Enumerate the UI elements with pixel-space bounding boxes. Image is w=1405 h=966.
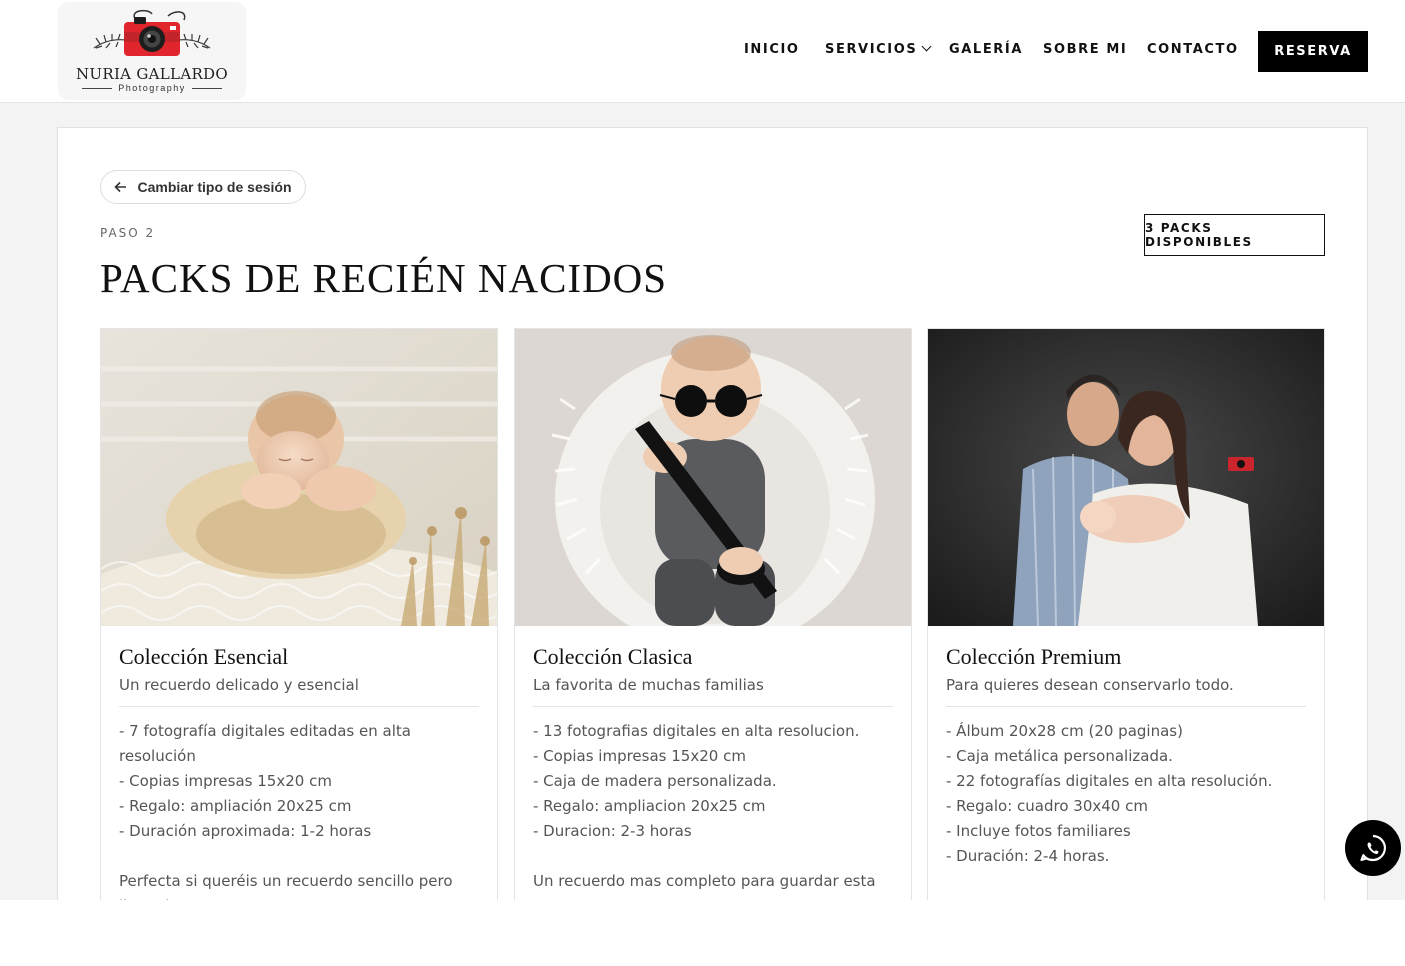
pack-feature: - 13 fotografias digitales en alta resol… [533,722,860,740]
pack-feature: - Caja metálica personalizada. [946,747,1173,765]
nav-servicios-label: SERVICIOS [825,42,918,57]
pack-features: - 13 fotografias digitales en alta resol… [533,719,893,844]
pack-photo-premium [928,329,1324,626]
pack-features: - 7 fotografía digitales editadas en alt… [119,719,479,844]
site-header: NURIA GALLARDO Photography INICIO SERVIC… [0,0,1405,103]
pack-photo-esencial [101,329,497,626]
change-session-button[interactable]: Cambiar tipo de sesión [100,170,306,204]
nav-inicio[interactable]: INICIO [744,42,800,57]
chevron-down-icon [921,41,932,52]
pack-photo-clasica [515,329,911,626]
pack-feature: - Copias impresas 15x20 cm [533,747,746,765]
pack-subtitle: La favorita de muchas familias [533,676,893,707]
whatsapp-icon [1360,834,1386,862]
pack-card-esencial[interactable]: Colección Esencial Un recuerdo delicado … [100,328,498,900]
pack-note: Un recuerdo mas completo para guardar es… [533,872,876,890]
arrow-left-icon [114,181,127,193]
pack-card-clasica[interactable]: Colección Clasica La favorita de muchas … [514,328,912,900]
pack-feature: - Regalo: ampliación 20x25 cm [119,797,352,815]
pack-card-premium[interactable]: Colección Premium Para quieres desean co… [927,328,1325,900]
pack-feature: - 7 fotografía digitales editadas en alt… [119,722,411,765]
pack-feature: - 22 fotografías digitales en alta resol… [946,772,1273,790]
whatsapp-button[interactable] [1345,820,1401,876]
pack-feature: - Duración aproximada: 1-2 horas [119,822,372,840]
pack-subtitle: Para quieres desean conservarlo todo. [946,676,1306,707]
nav-servicios[interactable]: SERVICIOS [825,41,932,57]
pack-feature: - Incluye fotos familiares [946,822,1131,840]
pack-features: - Álbum 20x28 cm (20 paginas) - Caja met… [946,719,1306,869]
reserva-button[interactable]: RESERVA [1258,31,1368,72]
logo[interactable]: NURIA GALLARDO Photography [58,2,246,100]
pack-feature: - Caja de madera personalizada. [533,772,777,790]
nav-contacto[interactable]: CONTACTO [1147,42,1239,57]
brand-name: NURIA GALLARDO [76,65,228,83]
packs-count-badge: 3 PACKS DISPONIBLES [1144,214,1325,256]
change-session-label: Cambiar tipo de sesión [137,179,292,195]
page-title: PACKS DE RECIÉN NACIDOS [100,255,668,301]
pack-feature: - Regalo: cuadro 30x40 cm [946,797,1148,815]
pack-feature: - Regalo: ampliacion 20x25 cm [533,797,766,815]
nav-galeria[interactable]: GALERÍA [949,42,1023,57]
pack-body-clasica: Colección Clasica La favorita de muchas … [533,626,893,894]
pack-feature: - Copias impresas 15x20 cm [119,772,332,790]
pack-note: Perfecta si queréis un recuerdo sencillo… [119,872,453,900]
pack-body-esencial: Colección Esencial Un recuerdo delicado … [119,626,479,900]
nav-sobre-mi[interactable]: SOBRE MI [1043,42,1127,57]
camera-logo-icon [93,9,211,56]
pack-feature: - Duración: 2-4 horas. [946,847,1110,865]
pack-feature: - Duracion: 2-3 horas [533,822,692,840]
pack-subtitle: Un recuerdo delicado y esencial [119,676,479,707]
pack-title: Colección Premium [946,644,1122,669]
page-viewport: NURIA GALLARDO Photography INICIO SERVIC… [0,0,1405,900]
pack-title: Colección Esencial [119,644,289,669]
step-label: PASO 2 [100,226,156,240]
brand-subtitle: Photography [58,83,246,93]
pack-feature: - Álbum 20x28 cm (20 paginas) [946,722,1183,740]
pack-title: Colección Clasica [533,644,693,669]
pack-body-premium: Colección Premium Para quieres desean co… [946,626,1306,869]
